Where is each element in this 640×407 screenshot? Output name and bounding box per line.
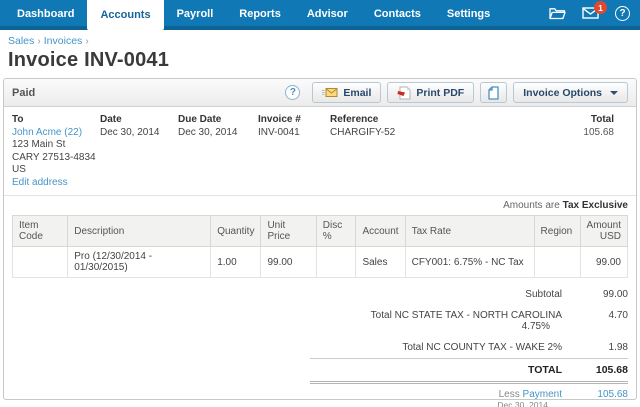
col-item-code: Item Code [11,215,69,247]
files-folder-icon[interactable] [549,7,566,20]
breadcrumb: Sales › Invoices › [8,35,632,47]
contact-link[interactable]: John Acme (22) [12,127,82,138]
line-items-table: Item Code Description Quantity Unit Pric… [11,215,629,278]
col-region: Region [533,215,581,247]
col-account: Account [355,215,406,247]
email-button[interactable]: Email [312,82,382,103]
col-tax-rate: Tax Rate [404,215,535,247]
nav-utility-icons: 1 ? [549,0,630,26]
cell-account: Sales [355,246,406,278]
nav-tabs: Dashboard Accounts Payroll Reports Advis… [0,0,503,30]
help-icon-toolbar[interactable]: ? [285,85,301,100]
document-icon [488,85,499,100]
nav-item-reports[interactable]: Reports [226,0,294,30]
county-tax-row: Total NC COUNTY TAX - WAKE 2% 1.98 [402,342,628,353]
invoice-number-field: Invoice # INV-0041 [258,114,301,138]
amounts-note: Amounts are Tax Exclusive [503,200,628,211]
table-header-row: Item Code Description Quantity Unit Pric… [11,215,629,247]
help-icon[interactable]: ? [615,5,630,21]
nav-item-accounts[interactable]: Accounts [87,0,164,30]
cell-disc [315,246,357,278]
subtotal-row: Subtotal 99.00 [525,289,628,300]
col-unit-price: Unit Price [260,215,317,247]
col-quantity: Quantity [210,215,262,247]
nav-item-advisor[interactable]: Advisor [294,0,361,30]
page-title: Invoice INV-0041 [8,49,170,71]
cell-amount: 99.00 [579,246,629,278]
date-field: Date Dec 30, 2014 [100,114,160,138]
invoice-panel: Paid ? Email Print PDF Invoice Options T… [3,78,637,407]
toolbar-actions: ? Email Print PDF Invoice Options [285,82,628,103]
address-line: CARY 27513-4834 [12,151,96,163]
col-disc: Disc % [315,215,357,247]
header-total-field: Total 105.68 [583,114,614,138]
due-date-field: Due Date Dec 30, 2014 [178,114,238,138]
cell-unit-price: 99.00 [260,246,317,278]
to-field: To John Acme (22) 123 Main St CARY 27513… [12,114,100,189]
nav-item-payroll[interactable]: Payroll [164,0,227,30]
status-badge: Paid [12,86,36,99]
page-header: Sales › Invoices › Invoice INV-0041 [0,30,640,78]
payment-link[interactable]: Payment [523,389,562,400]
state-tax-row: Total NC STATE TAX - NORTH CAROLINA 4.75… [370,310,628,332]
pdf-icon [397,86,411,100]
payment-row: Less Payment Dec 30, 2014 105.68 [310,384,628,407]
invoice-options-button[interactable]: Invoice Options [513,82,628,103]
inbox-mail-icon[interactable]: 1 [582,1,607,19]
cell-tax-rate: CFY001: 6.75% - NC Tax [404,246,535,278]
top-nav: Dashboard Accounts Payroll Reports Advis… [0,0,640,30]
col-description: Description [67,215,212,247]
address-line: 123 Main St [12,139,66,150]
breadcrumb-invoices[interactable]: Invoices [44,35,83,47]
invoice-toolbar: Paid ? Email Print PDF Invoice Options [4,79,636,107]
reference-field: Reference CHARGIFY-52 [330,114,396,138]
totals-section: Subtotal 99.00 Total NC STATE TAX - NORT… [310,284,628,407]
breadcrumb-separator: › [85,35,89,47]
cell-region [533,246,581,278]
cell-description: Pro (12/30/2014 - 01/30/2015) [67,246,212,278]
nav-item-settings[interactable]: Settings [434,0,503,30]
edit-address-link[interactable]: Edit address [12,177,68,188]
email-envelope-icon [322,87,338,98]
cell-quantity: 1.00 [210,246,262,278]
breadcrumb-separator: › [37,35,41,47]
chevron-down-icon [610,90,618,95]
notification-badge: 1 [594,1,607,14]
table-row[interactable]: Pro (12/30/2014 - 01/30/2015) 1.00 99.00… [11,246,629,278]
nav-item-contacts[interactable]: Contacts [361,0,434,30]
col-amount: Amount USD [579,215,629,247]
payment-date: Dec 30, 2014 [497,400,548,407]
address-line: US [12,164,26,175]
total-row: TOTAL 105.68 [527,364,628,376]
nav-item-dashboard[interactable]: Dashboard [4,0,87,30]
breadcrumb-sales[interactable]: Sales [8,35,34,47]
invoice-header: To John Acme (22) 123 Main St CARY 27513… [4,107,636,193]
copy-document-button[interactable] [480,82,508,103]
print-pdf-button[interactable]: Print PDF [387,82,475,103]
cell-item-code [11,246,69,278]
